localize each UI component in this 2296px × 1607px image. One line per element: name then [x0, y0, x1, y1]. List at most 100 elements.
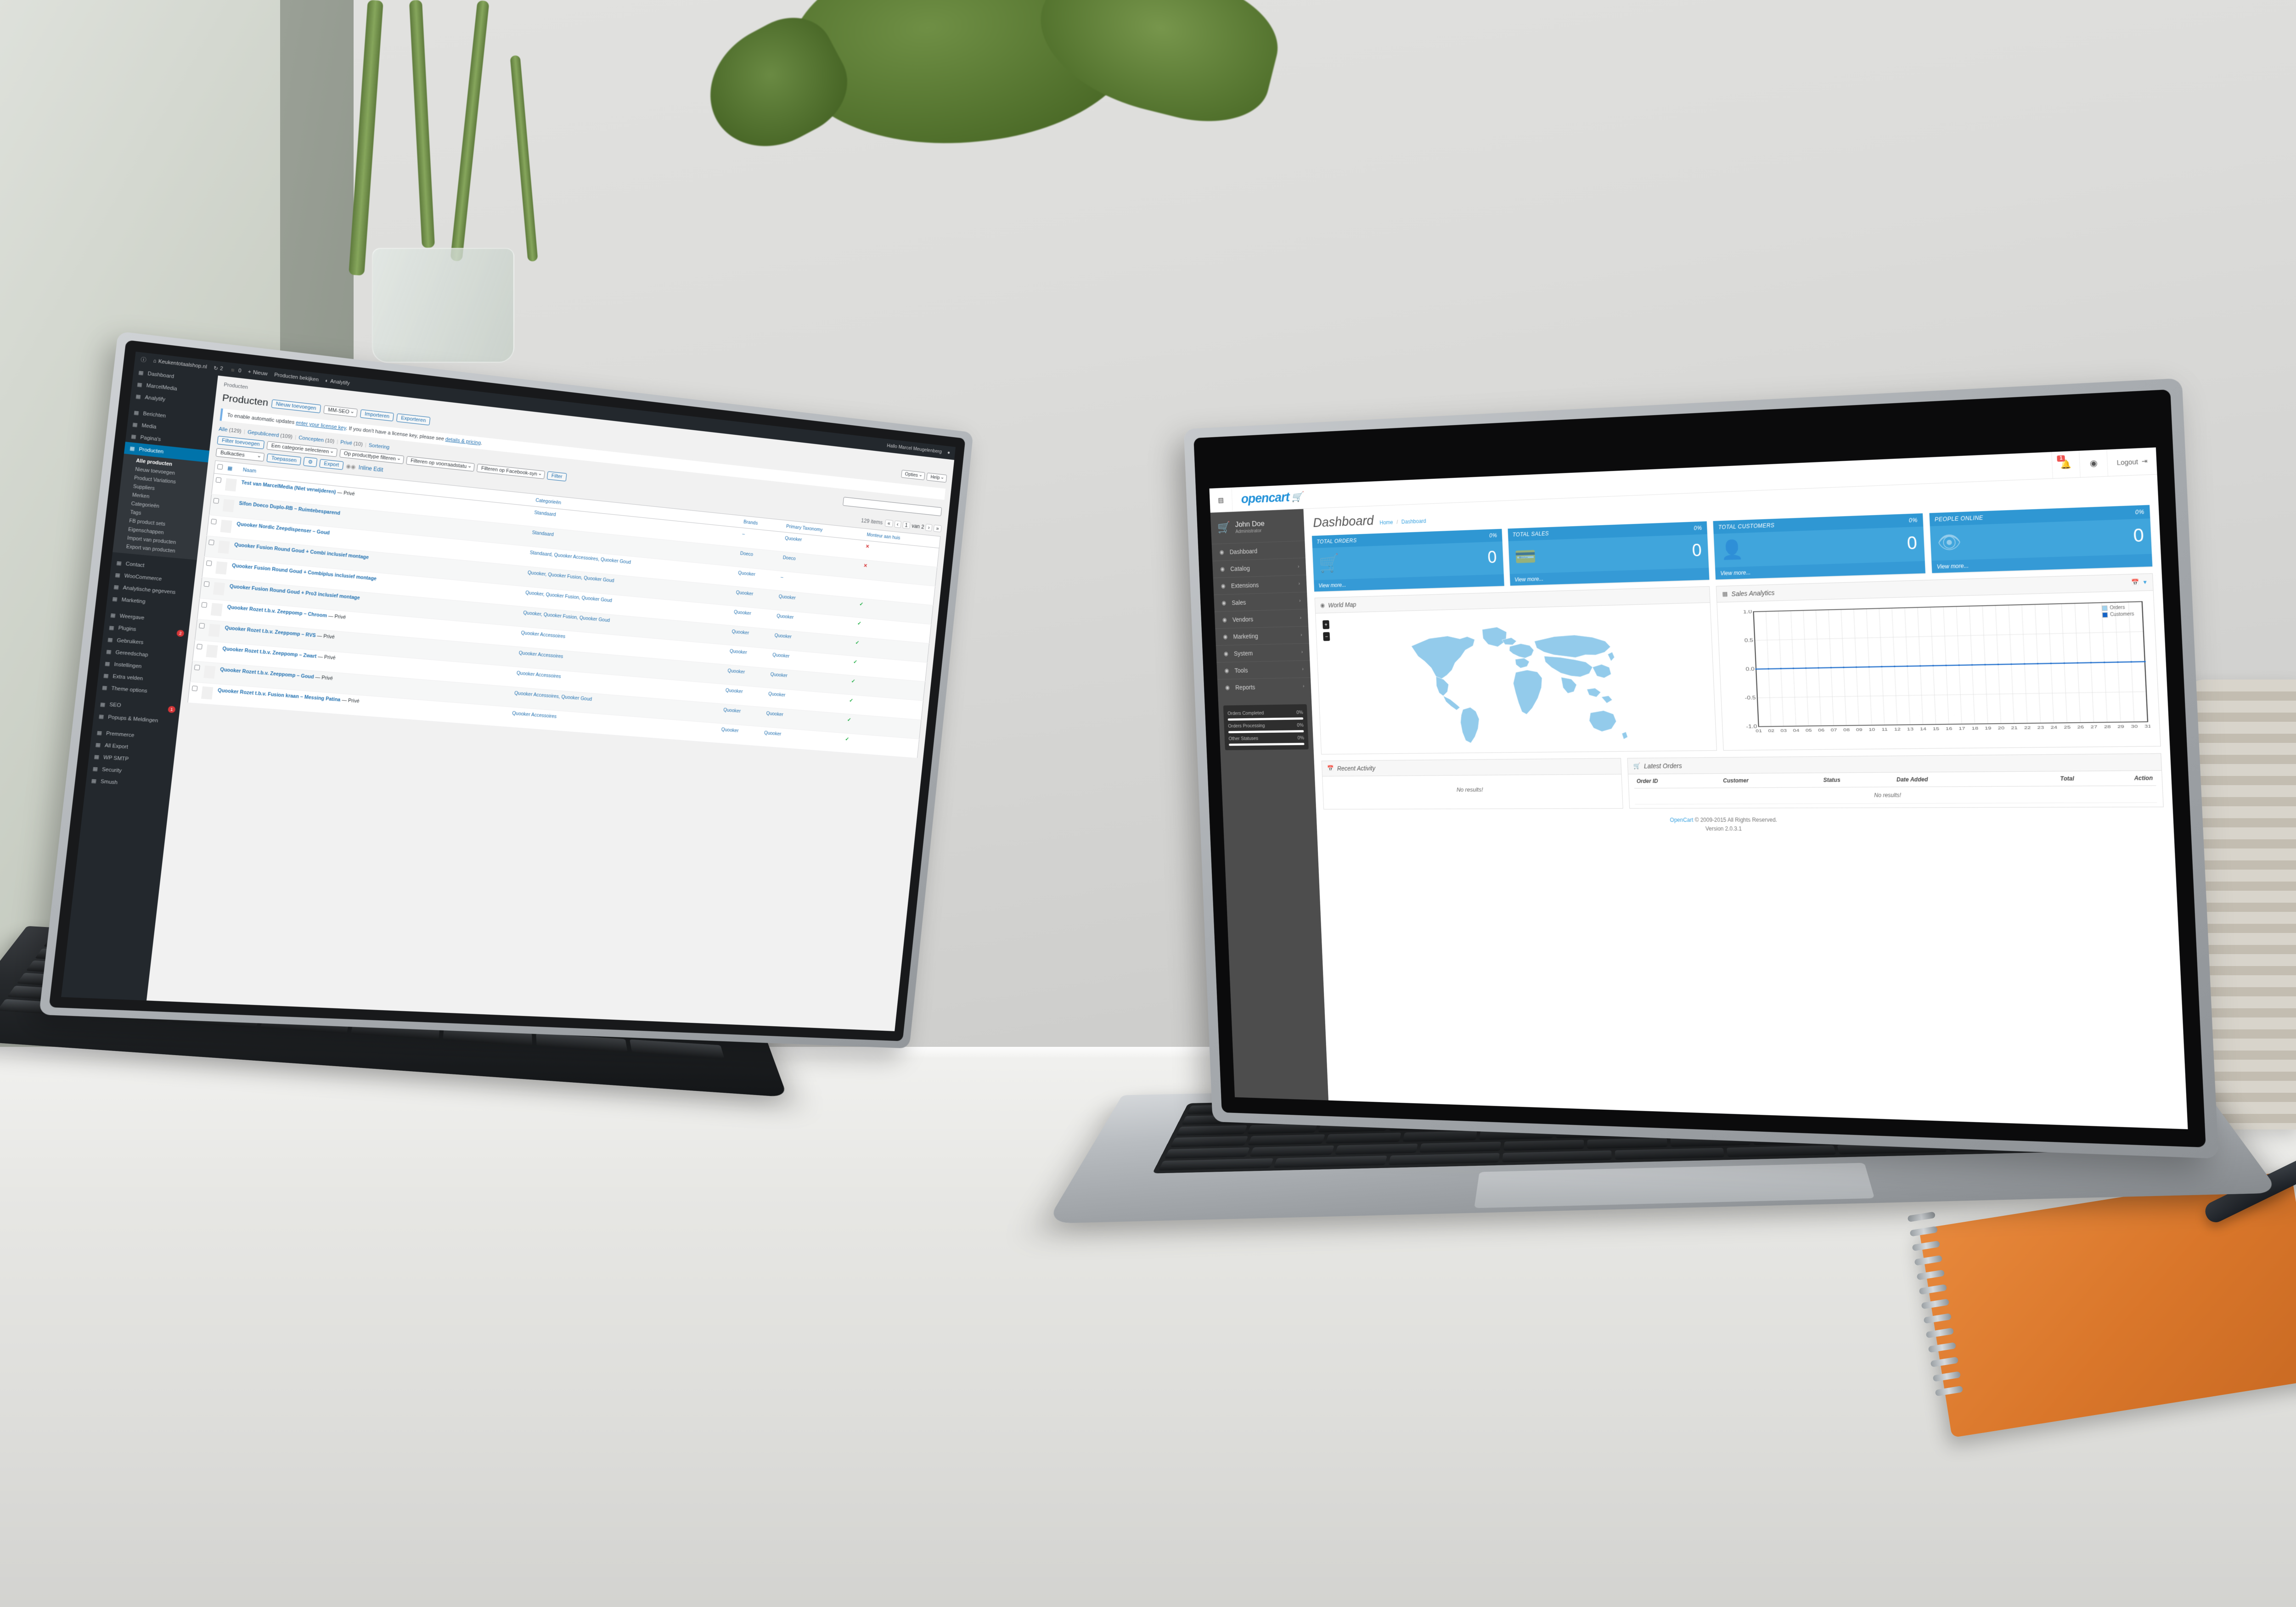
- export-button[interactable]: Exporteren: [396, 413, 431, 426]
- dashboard-icon: ◉: [1219, 548, 1224, 556]
- keyboard-key[interactable]: [1248, 1134, 1325, 1146]
- keyboard-key[interactable]: [1273, 1155, 1387, 1168]
- stat-card-people-online[interactable]: PEOPLE ONLINE 0% 👁 0 View more...: [1929, 505, 2153, 573]
- list-icon[interactable]: ▤: [1209, 487, 1233, 512]
- last-page-button[interactable]: »: [933, 524, 942, 532]
- status-link-privé[interactable]: Privé: [340, 439, 353, 446]
- sidebar-item-label: SEO: [109, 702, 122, 709]
- avatar: ●: [947, 450, 951, 456]
- inline-edit-toggle-icon[interactable]: ◉◉: [346, 462, 356, 470]
- sidebar-item-marketing[interactable]: ◉ Marketing ›: [1215, 625, 1309, 646]
- keyboard-key[interactable]: [1388, 1153, 1500, 1165]
- license-key-link[interactable]: enter your license key: [296, 420, 346, 431]
- sidebar-item-tools[interactable]: ◉ Tools ›: [1216, 660, 1311, 679]
- next-page-button[interactable]: ›: [925, 523, 933, 531]
- status-link-alle[interactable]: Alle: [219, 426, 228, 433]
- breadcrumb-current[interactable]: Dashboard: [1401, 518, 1426, 525]
- view-products-link[interactable]: Producten bekijken: [274, 372, 319, 382]
- help-button[interactable]: ◉: [2079, 450, 2108, 478]
- keyboard-key[interactable]: [1170, 1136, 1249, 1147]
- keyboard-key[interactable]: [1726, 1145, 1836, 1157]
- sidebar-item-system[interactable]: ◉ System ›: [1216, 643, 1310, 662]
- gear-icon: ▦: [94, 754, 100, 760]
- keyboard-key[interactable]: [1247, 1124, 1318, 1135]
- map-zoom-in-button[interactable]: +: [1322, 620, 1330, 629]
- sidebar-item-vendors[interactable]: ◉ Vendors ›: [1214, 608, 1309, 629]
- keyboard-key[interactable]: [1164, 1147, 1250, 1159]
- inline-edit-label[interactable]: Inline Edit: [358, 464, 383, 473]
- keyboard-key[interactable]: [1158, 1158, 1274, 1171]
- trackpad[interactable]: [1474, 1163, 1875, 1208]
- footer-copyright: © 2009-2015 All Rights Reserved.: [1694, 816, 1778, 823]
- keyboard-key[interactable]: [1503, 1140, 1584, 1151]
- legend-swatch: [2101, 605, 2108, 611]
- items-count: 129 items: [861, 517, 883, 526]
- sales-analytics-chart: 1.0 0.5 0.0 -0.5 -1.0 01 02 03 04 05 06 07 08 09 10 11 1…: [1723, 596, 2154, 745]
- keyboard-key[interactable]: [1176, 1125, 1248, 1136]
- details-pricing-link[interactable]: details & pricing: [445, 437, 481, 446]
- calendar-icon[interactable]: 📅: [2131, 579, 2139, 586]
- svg-text:23: 23: [2037, 725, 2044, 730]
- stat-card-value: 0: [2133, 525, 2144, 546]
- stat-card-total-customers[interactable]: TOTAL CUSTOMERS 0% 👤 0 View more...: [1713, 513, 1925, 580]
- cart-icon: 🛒: [1633, 762, 1641, 770]
- keyboard-key[interactable]: [1502, 1150, 1612, 1163]
- status-link-gepubliceerd[interactable]: Gepubliceerd: [247, 429, 279, 438]
- notifications-button[interactable]: 1 🔔: [2051, 450, 2081, 478]
- product-brands[interactable]: Quooker: [724, 664, 769, 688]
- chevron-down-icon[interactable]: ▾: [2143, 579, 2147, 586]
- keyboard-key[interactable]: [1419, 1141, 1501, 1153]
- sidebar-item-reports[interactable]: ◉ Reports ›: [1217, 677, 1311, 696]
- keyboard-key[interactable]: [630, 1039, 725, 1059]
- footer-brand-link[interactable]: OpenCart: [1670, 817, 1694, 823]
- keyboard-key[interactable]: [1334, 1143, 1418, 1155]
- sidebar-item-label: Sales: [1232, 598, 1246, 606]
- sidebar-item-catalog[interactable]: ◉ Catalog ›: [1212, 557, 1306, 578]
- updates-menu[interactable]: ↻ 2: [214, 365, 224, 372]
- product-brands[interactable]: Quooker: [718, 723, 763, 747]
- keyboard-key[interactable]: [1325, 1133, 1401, 1144]
- chevron-right-icon: ›: [1302, 666, 1304, 672]
- world-map[interactable]: + −: [1321, 607, 1711, 749]
- status-link-concepten[interactable]: Concepten: [298, 435, 324, 443]
- current-page-input[interactable]: 1: [902, 521, 911, 529]
- order-stat-label: Other Statuses: [1228, 736, 1259, 742]
- new-content-menu[interactable]: + Nieuw: [248, 369, 268, 377]
- filter-filter[interactable]: Filter: [547, 471, 567, 482]
- analytify-menu[interactable]: ◐ Analytify: [325, 378, 350, 386]
- import-button[interactable]: Importeren: [360, 409, 394, 421]
- table-empty-row: No results!: [1634, 786, 2157, 804]
- prev-page-button[interactable]: ‹: [894, 520, 901, 528]
- opencart-logo[interactable]: opencart 🛒: [1232, 484, 1312, 511]
- select-all-checkbox[interactable]: [214, 461, 226, 475]
- product-brands[interactable]: Quooker: [722, 684, 767, 708]
- cart-avatar-icon: 🛒: [1217, 521, 1231, 534]
- breadcrumb-home[interactable]: Home: [1379, 519, 1393, 526]
- sidebar-item-sales[interactable]: ◉ Sales ›: [1214, 591, 1308, 612]
- status-link-sortering[interactable]: Sortering: [368, 443, 390, 450]
- stat-card-total-sales[interactable]: TOTAL SALES 0% 💳 0 View more...: [1508, 521, 1710, 586]
- laptop-lid: ▤ opencart 🛒 1 🔔 ◉ Logout ⇥ 🛒 John Doe A…: [1183, 378, 2219, 1159]
- gear-icon[interactable]: ⚙: [303, 457, 318, 467]
- export-button[interactable]: Export: [319, 459, 344, 470]
- keyboard-key[interactable]: [1587, 1137, 1667, 1149]
- sign-out-icon: ⇥: [2141, 457, 2148, 465]
- order-stat: Orders Completed 0%: [1227, 707, 1304, 721]
- sidebar-item-extensions[interactable]: ◉ Extensions ›: [1213, 574, 1307, 595]
- product-brands[interactable]: Quooker: [720, 703, 765, 727]
- logout-button[interactable]: Logout ⇥: [2106, 447, 2157, 476]
- svg-text:1.0: 1.0: [1743, 609, 1752, 614]
- chevron-right-icon: ›: [1300, 615, 1302, 621]
- comments-menu[interactable]: ◾ 0: [230, 367, 242, 374]
- map-zoom-out-button[interactable]: −: [1323, 632, 1330, 641]
- keyboard-key[interactable]: [1402, 1131, 1477, 1142]
- first-page-button[interactable]: «: [884, 519, 893, 527]
- keyboard-key[interactable]: [1615, 1147, 1724, 1160]
- wp-logo-icon[interactable]: ⓘ: [141, 356, 147, 364]
- user-profile[interactable]: 🛒 John Doe Administrator: [1210, 509, 1305, 544]
- stat-card-total-orders[interactable]: TOTAL ORDERS 0% 🛒 0 View more...: [1311, 528, 1504, 592]
- site-name-menu[interactable]: ⌂ Keukentotaalshop.nl: [153, 358, 208, 370]
- mm-seo-select[interactable]: MM-SEO: [323, 405, 358, 417]
- keyboard-key[interactable]: [1249, 1145, 1334, 1157]
- svg-text:0.0: 0.0: [1745, 666, 1755, 672]
